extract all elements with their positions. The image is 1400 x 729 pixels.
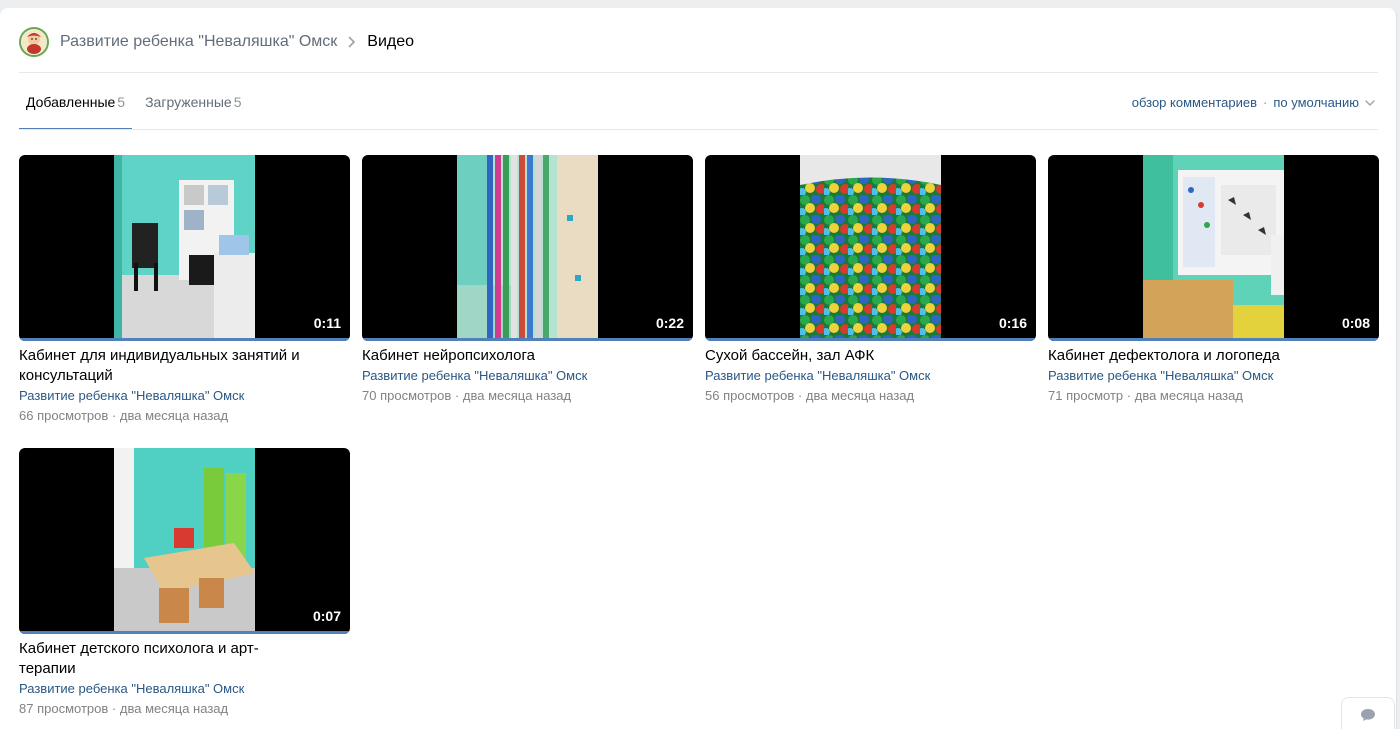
chevron-right-icon bbox=[348, 27, 358, 57]
video-age: два месяца назад bbox=[462, 388, 572, 403]
video-meta: 71 просмотр · два месяца назад bbox=[1048, 386, 1379, 405]
video-author-link[interactable]: Развитие ребенка "Неваляшка" Омск bbox=[19, 386, 350, 406]
room-frame-image bbox=[457, 155, 598, 338]
video-page-card: Развитие ребенка "Неваляшка" Омск Видео … bbox=[0, 8, 1397, 729]
tab-uploaded-count: 5 bbox=[233, 94, 242, 110]
watch-progress-bar bbox=[705, 338, 1036, 341]
sort-separator: · bbox=[1263, 95, 1268, 110]
video-duration: 0:08 bbox=[1341, 315, 1370, 331]
meta-separator: · bbox=[111, 701, 117, 716]
tab-added-count: 5 bbox=[117, 94, 126, 110]
video-author-link[interactable]: Развитие ребенка "Неваляшка" Омск bbox=[19, 679, 350, 699]
ball-pool-frame-image bbox=[800, 155, 941, 338]
video-meta: 70 просмотров · два месяца назад bbox=[362, 386, 693, 405]
tabs-divider bbox=[19, 129, 1378, 130]
comments-review-link[interactable]: обзор комментариев bbox=[1132, 95, 1257, 110]
video-duration: 0:22 bbox=[655, 315, 684, 331]
chat-bubble-icon bbox=[1361, 709, 1375, 721]
video-thumbnail[interactable]: 0:22 bbox=[362, 155, 693, 341]
meta-separator: · bbox=[1126, 388, 1132, 403]
video-thumbnail[interactable]: 0:16 bbox=[705, 155, 1036, 341]
video-views: 70 просмотров bbox=[362, 388, 452, 403]
watch-progress-bar bbox=[1048, 338, 1379, 341]
header-divider bbox=[19, 72, 1378, 73]
watch-progress-bar bbox=[19, 631, 350, 634]
video-author-link[interactable]: Развитие ребенка "Неваляшка" Омск bbox=[1048, 366, 1379, 386]
meta-separator: · bbox=[797, 388, 803, 403]
sort-controls: обзор комментариев · по умолчанию bbox=[1132, 95, 1375, 110]
video-author-link[interactable]: Развитие ребенка "Неваляшка" Омск bbox=[705, 366, 1036, 386]
video-meta: 56 просмотров · два месяца назад bbox=[705, 386, 1036, 405]
breadcrumb-group-link[interactable]: Развитие ребенка "Неваляшка" Омск bbox=[60, 27, 337, 57]
video-item: 0:16 Сухой бассейн, зал АФК Развитие реб… bbox=[705, 155, 1036, 405]
video-title[interactable]: Кабинет для индивидуальных занятий и кон… bbox=[19, 346, 350, 386]
video-age: два месяца назад bbox=[1134, 388, 1243, 403]
video-age: два месяца назад bbox=[119, 701, 229, 716]
video-views: 56 просмотров bbox=[705, 388, 795, 403]
video-views: 66 просмотров bbox=[19, 408, 109, 423]
video-title[interactable]: Кабинет детского психолога и арт-терапии bbox=[19, 639, 279, 679]
video-age: два месяца назад bbox=[805, 388, 915, 403]
doll-logo-icon bbox=[22, 30, 46, 54]
video-item: 0:11 Кабинет для индивидуальных занятий … bbox=[19, 155, 350, 425]
room-frame-image bbox=[114, 448, 255, 631]
video-item: 0:22 Кабинет нейропсихолога Развитие реб… bbox=[362, 155, 693, 405]
room-frame-image bbox=[114, 155, 255, 338]
page-title: Видео bbox=[367, 33, 415, 50]
video-views: 71 просмотр bbox=[1048, 388, 1124, 403]
sort-order-dropdown[interactable]: по умолчанию bbox=[1273, 95, 1359, 110]
video-author-link[interactable]: Развитие ребенка "Неваляшка" Омск bbox=[362, 366, 693, 386]
video-title[interactable]: Кабинет нейропсихолога bbox=[362, 346, 693, 366]
video-meta: 87 просмотров · два месяца назад bbox=[19, 699, 350, 718]
video-views: 87 просмотров bbox=[19, 701, 109, 716]
video-title[interactable]: Кабинет дефектолога и логопеда bbox=[1048, 346, 1379, 366]
video-thumbnail[interactable]: 0:08 bbox=[1048, 155, 1379, 341]
video-item: 0:07 Кабинет детского психолога и арт-те… bbox=[19, 448, 350, 718]
video-duration: 0:16 bbox=[998, 315, 1027, 331]
video-meta: 66 просмотров · два месяца назад bbox=[19, 406, 350, 425]
video-age: два месяца назад bbox=[119, 408, 229, 423]
video-title[interactable]: Сухой бассейн, зал АФК bbox=[705, 346, 1036, 366]
video-item: 0:08 Кабинет дефектолога и логопеда Разв… bbox=[1048, 155, 1379, 405]
video-thumbnail[interactable]: 0:11 bbox=[19, 155, 350, 341]
watch-progress-bar bbox=[19, 338, 350, 341]
tab-added[interactable]: Добавленные 5 bbox=[19, 86, 133, 130]
room-frame-image bbox=[1143, 155, 1284, 338]
meta-separator: · bbox=[111, 408, 117, 423]
watch-progress-bar bbox=[362, 338, 693, 341]
tab-added-label: Добавленные bbox=[26, 94, 116, 110]
chat-button[interactable] bbox=[1341, 697, 1395, 729]
tab-uploaded-label: Загруженные bbox=[145, 94, 232, 110]
video-duration: 0:11 bbox=[313, 315, 341, 331]
chevron-down-icon[interactable] bbox=[1365, 98, 1375, 108]
meta-separator: · bbox=[454, 388, 460, 403]
breadcrumb: Развитие ребенка "Неваляшка" Омск Видео bbox=[19, 27, 414, 57]
video-thumbnail[interactable]: 0:07 bbox=[19, 448, 350, 634]
tab-bar: Добавленные 5 Загруженные 5 bbox=[19, 86, 255, 130]
video-duration: 0:07 bbox=[312, 608, 341, 624]
tab-uploaded[interactable]: Загруженные 5 bbox=[138, 86, 248, 130]
group-avatar[interactable] bbox=[19, 27, 49, 57]
